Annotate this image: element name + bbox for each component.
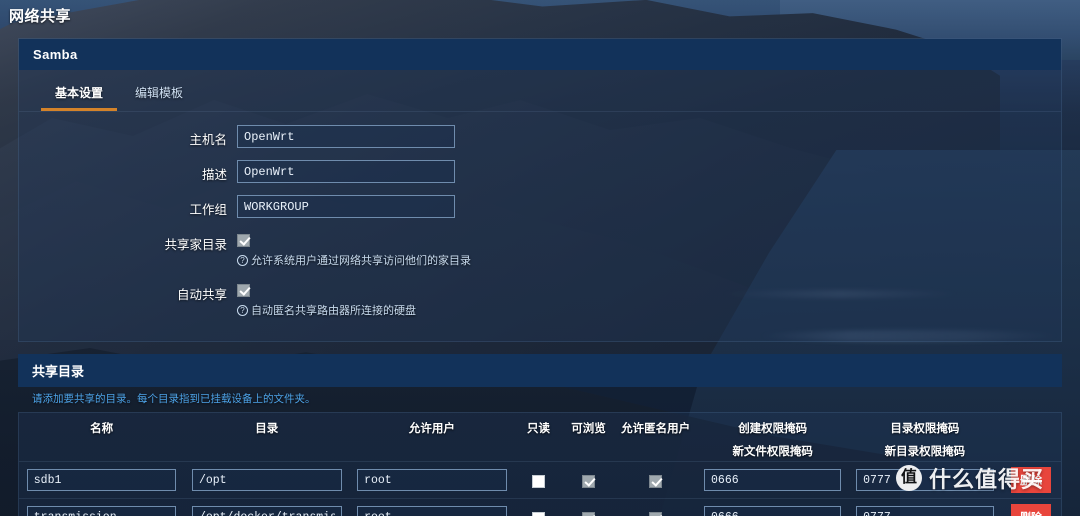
delete-share-button[interactable]: 删除 xyxy=(1010,504,1051,516)
col-header-browseable: 可浏览 xyxy=(571,423,606,435)
form-row-workgroup: 工作组 xyxy=(19,192,1061,221)
shared-directories-table: 名称 目录 允许用户 只读 可浏览 允许匿名用户 创建权限掩码 新文件权限掩码 … xyxy=(19,413,1061,516)
cell-create-mask xyxy=(697,462,849,499)
share-path-input[interactable] xyxy=(191,469,342,491)
description-control xyxy=(237,160,1061,183)
share-allow-guest-checkbox[interactable] xyxy=(649,512,663,516)
table-row: 删除 xyxy=(19,461,1061,499)
share-browseable-checkbox[interactable] xyxy=(582,512,596,516)
samba-panel-heading: Samba xyxy=(19,39,1061,70)
cell-directory xyxy=(184,462,349,499)
cell-create-mask xyxy=(697,499,849,516)
cell-actions: 删除 xyxy=(1001,462,1061,499)
shared-directories-table-wrap: 名称 目录 允许用户 只读 可浏览 允许匿名用户 创建权限掩码 新文件权限掩码 … xyxy=(18,412,1062,516)
samba-tab-bar: 基本设置 编辑模板 xyxy=(19,70,1061,112)
share-home-dirs-hint-text: 允许系统用户通过网络共享访问他们的家目录 xyxy=(251,255,471,267)
auto-share-checkbox[interactable] xyxy=(237,284,250,298)
cell-allowed-users xyxy=(349,499,514,516)
cell-dir-mask xyxy=(849,499,1001,516)
form-row-auto-share: 自动共享 ? 自动匿名共享路由器所连接的硬盘 xyxy=(19,277,1061,321)
col-header-read-only: 只读 xyxy=(526,423,550,435)
cell-read-only xyxy=(514,462,562,499)
col-header-name: 名称 xyxy=(90,423,114,435)
hostname-label: 主机名 xyxy=(189,133,227,147)
share-browseable-checkbox[interactable] xyxy=(582,475,596,489)
table-header-row: 名称 目录 允许用户 只读 可浏览 允许匿名用户 创建权限掩码 新文件权限掩码 … xyxy=(19,413,1061,462)
auto-share-hint-text: 自动匿名共享路由器所连接的硬盘 xyxy=(251,305,416,317)
table-row: 删除 xyxy=(19,498,1061,516)
share-name-input[interactable] xyxy=(26,469,177,491)
share-read-only-checkbox[interactable] xyxy=(531,475,545,489)
hostname-control xyxy=(237,125,1061,148)
cell-allowed-users xyxy=(349,462,514,499)
question-circle-icon: ? xyxy=(237,254,248,266)
delete-share-button[interactable]: 删除 xyxy=(1010,467,1051,493)
cell-allow-guest xyxy=(615,462,697,499)
hostname-input[interactable] xyxy=(237,125,455,148)
col-header-directory: 目录 xyxy=(255,423,279,435)
question-circle-icon: ? xyxy=(237,304,248,316)
form-row-description: 描述 xyxy=(19,157,1061,186)
share-home-dirs-label: 共享家目录 xyxy=(164,238,227,252)
share-allow-guest-checkbox[interactable] xyxy=(649,475,663,489)
workgroup-label: 工作组 xyxy=(189,203,227,217)
cell-browseable xyxy=(563,499,615,516)
network-share-page: 网络共享 Samba 基本设置 编辑模板 主机名 描述 xyxy=(0,0,1080,516)
form-row-share-home-dirs: 共享家目录 ? 允许系统用户通过网络共享访问他们的家目录 xyxy=(19,227,1061,271)
cell-browseable xyxy=(563,462,615,499)
cell-name xyxy=(19,499,184,516)
workgroup-control xyxy=(237,195,1061,218)
samba-panel: Samba 基本设置 编辑模板 主机名 描述 xyxy=(18,38,1062,342)
col-header-allow-guest: 允许匿名用户 xyxy=(621,423,691,435)
workgroup-input[interactable] xyxy=(237,195,455,218)
share-create-mask-input[interactable] xyxy=(704,469,842,491)
auto-share-control: ? 自动匿名共享路由器所连接的硬盘 xyxy=(237,280,1061,318)
share-home-dirs-hint: ? 允许系统用户通过网络共享访问他们的家目录 xyxy=(237,252,1061,268)
description-input[interactable] xyxy=(237,160,455,183)
share-name-input[interactable] xyxy=(26,506,177,516)
auto-share-hint: ? 自动匿名共享路由器所连接的硬盘 xyxy=(237,302,1061,318)
samba-panel-body: 基本设置 编辑模板 主机名 描述 工作组 xyxy=(19,70,1061,341)
col-header-actions xyxy=(1001,413,1061,462)
col-header-dir-mask: 目录权限掩码 新目录权限掩码 xyxy=(884,423,966,458)
share-allowed-users-input[interactable] xyxy=(357,506,507,516)
share-home-dirs-control: ? 允许系统用户通过网络共享访问他们的家目录 xyxy=(237,230,1061,268)
share-home-dirs-checkbox[interactable] xyxy=(237,234,250,248)
cell-read-only xyxy=(514,499,562,516)
share-dir-mask-input[interactable] xyxy=(856,506,994,516)
cell-dir-mask xyxy=(849,462,1001,499)
shared-directories-description: 请添加要共享的目录。每个目录指到已挂载设备上的文件夹。 xyxy=(32,393,316,405)
share-read-only-checkbox[interactable] xyxy=(531,512,545,516)
shared-directories-heading: 共享目录 xyxy=(18,354,1062,387)
auto-share-label: 自动共享 xyxy=(176,288,227,302)
tab-basic-settings[interactable]: 基本设置 xyxy=(41,78,118,111)
cell-allow-guest xyxy=(615,499,697,516)
form-row-hostname: 主机名 xyxy=(19,122,1061,151)
share-path-input[interactable] xyxy=(191,506,342,516)
cell-name xyxy=(19,462,184,499)
col-header-allowed-users: 允许用户 xyxy=(408,423,455,435)
page-title: 网络共享 xyxy=(9,8,72,25)
description-label: 描述 xyxy=(201,168,227,182)
share-create-mask-input[interactable] xyxy=(704,506,842,516)
col-header-create-mask: 创建权限掩码 新文件权限掩码 xyxy=(732,423,813,458)
tab-edit-template[interactable]: 编辑模板 xyxy=(121,78,197,111)
share-dir-mask-input[interactable] xyxy=(856,469,994,491)
shared-directories-panel: 共享目录 请添加要共享的目录。每个目录指到已挂载设备上的文件夹。 名称 目录 允… xyxy=(18,354,1062,516)
share-allowed-users-input[interactable] xyxy=(357,469,507,491)
cell-actions: 删除 xyxy=(1001,499,1061,516)
cell-directory xyxy=(184,499,349,516)
